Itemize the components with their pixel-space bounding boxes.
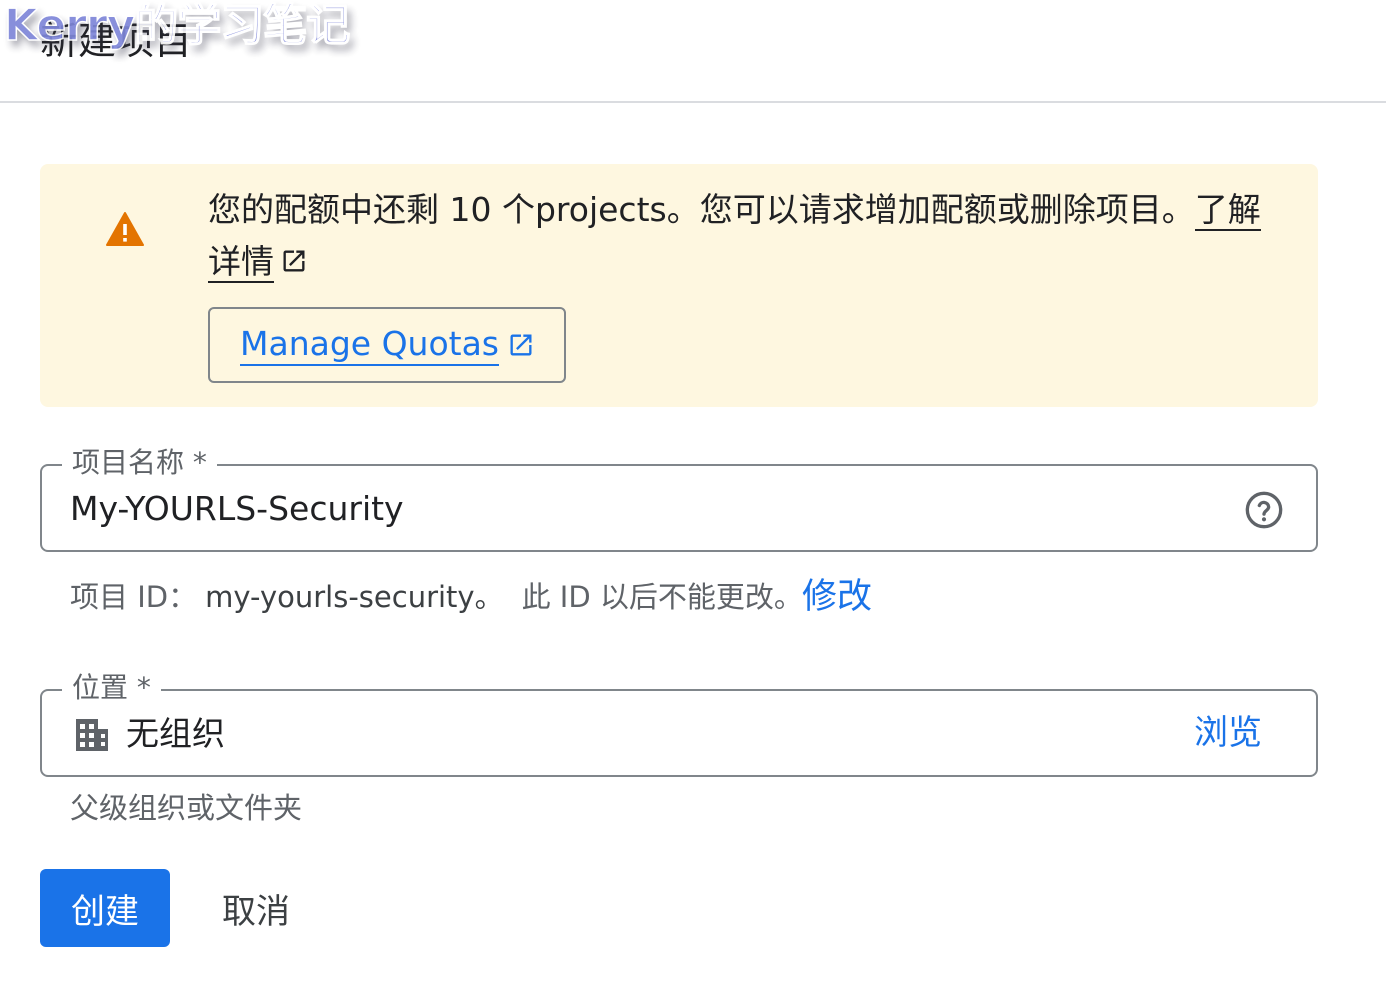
location-label: 位置 * (62, 669, 161, 707)
new-project-page: Kerry的学习笔记 新建项目 您的配额中还剩 10 个projects。您可以… (0, 0, 1386, 996)
location-helper-text: 父级组织或文件夹 (70, 791, 303, 825)
help-circle-icon[interactable] (1244, 490, 1284, 530)
watermark: Kerry的学习笔记 (3, 0, 351, 51)
project-id-value: my-yourls-security。 (205, 580, 504, 614)
create-button[interactable]: 创建 (40, 869, 170, 947)
project-name-field[interactable]: 项目名称 * My-YOURLS-Security (40, 444, 1318, 552)
project-id-prefix: 项目 ID： (70, 580, 198, 614)
cancel-button[interactable]: 取消 (196, 869, 316, 947)
edit-project-id-button[interactable]: 修改 (802, 572, 872, 622)
quota-warning-text: 您的配额中还剩 10 个projects。您可以请求增加配额或删除项目。了解详情 (208, 184, 1268, 288)
project-id-info: 项目 ID： my-yourls-security。此 ID 以后不能更改。 (70, 572, 803, 622)
project-name-input[interactable]: My-YOURLS-Security (70, 488, 404, 530)
location-field[interactable]: 位置 * 无组织 浏览 (40, 669, 1318, 777)
organization-icon (76, 719, 108, 751)
manage-quotas-button[interactable]: Manage Quotas (208, 307, 566, 383)
location-value: 无组织 (126, 714, 225, 753)
manage-quotas-label: Manage Quotas (240, 324, 500, 366)
project-id-note: 此 ID 以后不能更改。 (521, 580, 803, 614)
project-name-label: 项目名称 * (62, 444, 217, 482)
warning-icon (106, 212, 144, 246)
browse-location-button[interactable]: 浏览 (1194, 711, 1262, 755)
external-link-icon (510, 334, 532, 356)
quota-message: 您的配额中还剩 10 个projects。您可以请求增加配额或删除项目。 (208, 190, 1195, 229)
external-link-icon (283, 250, 305, 272)
header-divider (0, 101, 1386, 103)
